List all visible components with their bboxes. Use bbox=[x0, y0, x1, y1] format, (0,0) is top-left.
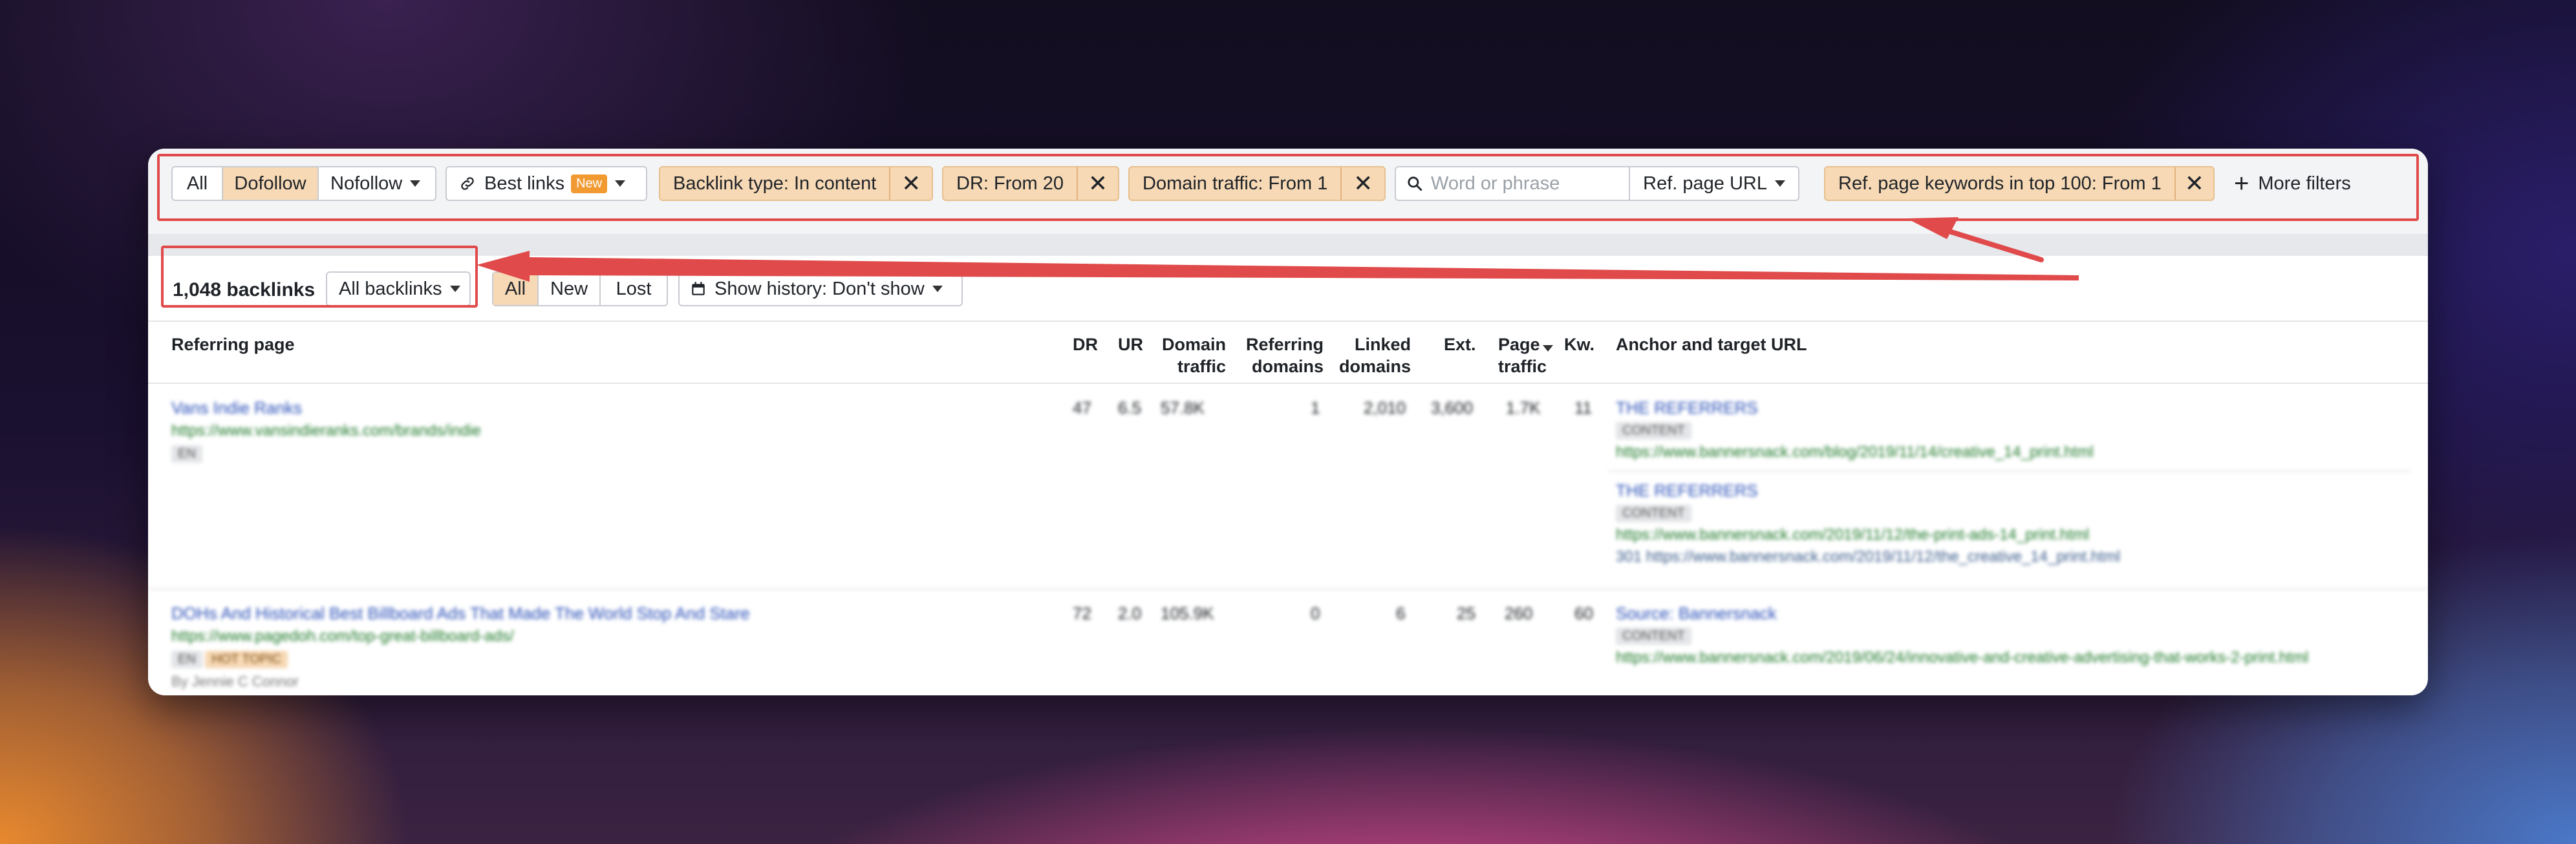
backlinks-report-window: All Dofollow Nofollow Best links New Bac… bbox=[148, 149, 2428, 695]
arrow-to-count bbox=[477, 251, 2079, 282]
arrow-to-filters-head bbox=[1907, 217, 1959, 239]
annotation-arrows bbox=[477, 217, 2079, 282]
